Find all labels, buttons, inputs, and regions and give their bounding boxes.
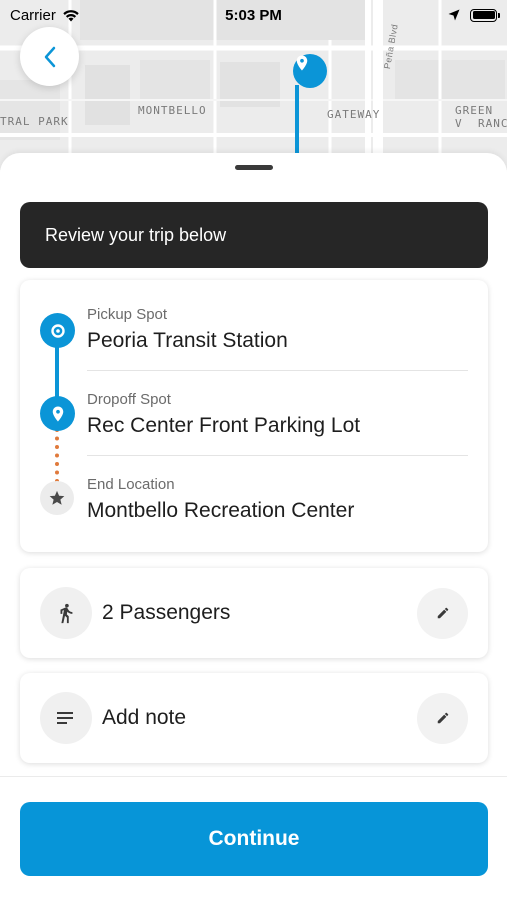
dropoff-pin-icon: [40, 396, 75, 431]
location-arrow-icon: [448, 9, 460, 21]
trip-summary-card: Pickup Spot Peoria Transit Station Dropo…: [20, 280, 488, 552]
carrier-label: Carrier: [10, 6, 56, 24]
route-dotted-line: [55, 428, 59, 483]
pickup-stop[interactable]: Pickup Spot Peoria Transit Station: [87, 306, 468, 353]
map-label-ranc: RANC: [478, 117, 507, 130]
wifi-icon: [63, 9, 79, 21]
review-banner: Review your trip below: [20, 202, 488, 268]
passengers-text: 2 Passengers: [102, 601, 231, 624]
pickup-stop-value: Peoria Transit Station: [87, 329, 288, 352]
stop-divider: [87, 370, 468, 371]
dropoff-stop-value: Rec Center Front Parking Lot: [87, 414, 361, 437]
map-pickup-pin-icon: [293, 54, 327, 88]
end-location-label: End Location: [87, 476, 175, 493]
passengers-row[interactable]: 2 Passengers: [20, 568, 488, 658]
continue-button[interactable]: Continue: [20, 802, 488, 876]
stop-divider: [87, 455, 468, 456]
add-note-row[interactable]: Add note: [20, 673, 488, 763]
review-banner-text: Review your trip below: [45, 224, 227, 245]
notes-lines-icon: [40, 692, 92, 744]
star-icon: [40, 481, 74, 515]
back-button[interactable]: [20, 27, 79, 86]
end-location-value: Montbello Recreation Center: [87, 499, 355, 522]
pickup-pin-icon: [40, 313, 75, 348]
add-note-text: Add note: [102, 706, 187, 729]
person-walking-icon: [40, 587, 92, 639]
footer-divider: [0, 776, 507, 777]
continue-button-label: Continue: [208, 827, 300, 850]
sheet-grabber-handle[interactable]: [235, 165, 273, 170]
pickup-stop-label: Pickup Spot: [87, 306, 168, 323]
dropoff-stop-label: Dropoff Spot: [87, 391, 171, 408]
battery-icon: [470, 8, 500, 22]
chevron-left-icon: [44, 46, 55, 67]
pencil-icon: [437, 712, 448, 724]
status-time: 5:03 PM: [225, 6, 282, 24]
map-label-park: TRAL PARK: [0, 115, 69, 128]
edit-note-button[interactable]: [417, 692, 468, 744]
edit-passengers-button[interactable]: [417, 587, 468, 639]
map-label-gateway: GATEWAY: [327, 108, 381, 121]
map-label-montbello: MONTBELLO: [138, 104, 207, 117]
dropoff-stop[interactable]: Dropoff Spot Rec Center Front Parking Lo…: [87, 391, 468, 438]
bottom-sheet: Review your trip below Pickup Spot Peori…: [0, 153, 507, 900]
pencil-icon: [437, 607, 448, 619]
end-location-stop[interactable]: End Location Montbello Recreation Center: [87, 476, 468, 523]
status-bar: Carrier 5:03 PM: [0, 0, 507, 30]
